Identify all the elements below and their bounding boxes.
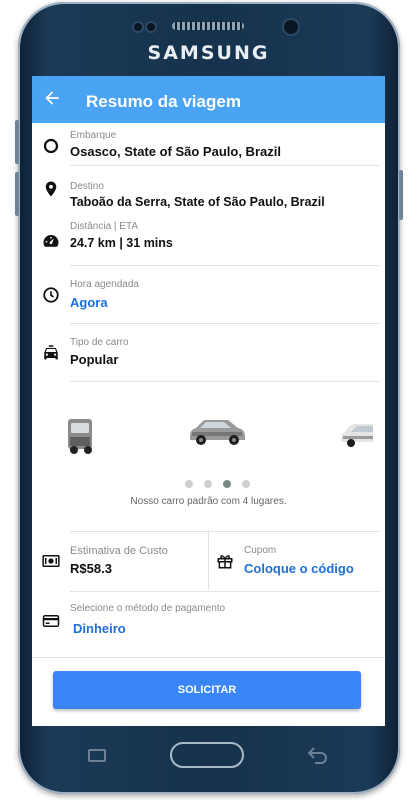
- coupon-label: Cupom: [244, 545, 277, 556]
- back-key-icon[interactable]: [306, 744, 330, 766]
- taxi-icon: [44, 345, 58, 360]
- coupon-link[interactable]: Coloque o código: [244, 561, 354, 576]
- pickup-label: Embarque: [70, 130, 117, 141]
- car-carousel[interactable]: [32, 394, 385, 479]
- car-description: Nosso carro padrão com 4 lugares.: [130, 496, 287, 507]
- car-type-label: Tipo de carro: [70, 337, 129, 348]
- earpiece-speaker: [172, 22, 244, 30]
- payment-value[interactable]: Dinheiro: [73, 621, 126, 636]
- sensor-dot: [134, 23, 142, 31]
- back-arrow-icon[interactable]: [42, 88, 62, 108]
- car-type-value: Popular: [70, 352, 119, 367]
- brand-logo: SAMSUNG: [147, 42, 270, 64]
- app-screen: Resumo da viagem Embarque Osasco, State …: [32, 76, 385, 726]
- destination-label: Destino: [70, 181, 104, 192]
- volume-button: [15, 120, 19, 164]
- car-thumbnail-left[interactable]: [68, 415, 94, 455]
- schedule-row[interactable]: Hora agendada Agora: [32, 266, 385, 323]
- volume-button-2: [15, 172, 19, 216]
- front-camera: [284, 20, 298, 34]
- pickup-row[interactable]: Embarque Osasco, State of São Paulo, Bra…: [32, 123, 385, 165]
- sensor-dot-2: [147, 23, 155, 31]
- distance-row: Distância | ETA 24.7 km | 31 mins: [32, 216, 385, 264]
- payment-label: Selecione o método de pagamento: [70, 603, 226, 614]
- home-button[interactable]: [170, 742, 244, 768]
- carousel-dot[interactable]: [185, 480, 193, 488]
- estimate-label: Estimativa de Custo: [70, 545, 168, 557]
- carousel-dot[interactable]: [242, 480, 250, 488]
- app-bar: Resumo da viagem: [32, 76, 385, 123]
- divider: [32, 657, 385, 658]
- payment-row[interactable]: Selecione o método de pagamento Dinheiro: [32, 592, 385, 656]
- carousel-dot[interactable]: [204, 480, 212, 488]
- clock-icon: [43, 287, 59, 303]
- distance-label: Distância | ETA: [70, 221, 138, 232]
- destination-row[interactable]: Destino Taboão da Serra, State of São Pa…: [32, 166, 385, 216]
- vertical-divider: [208, 532, 209, 590]
- speedometer-icon: [43, 235, 59, 247]
- destination-value: Taboão da Serra, State of São Paulo, Bra…: [70, 195, 325, 209]
- car-type-row[interactable]: Tipo de carro Popular: [32, 324, 385, 380]
- pickup-value: Osasco, State of São Paulo, Brazil: [70, 144, 281, 159]
- recent-apps-icon[interactable]: [88, 749, 106, 762]
- money-icon: [42, 555, 60, 567]
- page-title: Resumo da viagem: [86, 92, 241, 111]
- car-thumbnail-center[interactable]: [186, 414, 248, 448]
- credit-card-icon: [42, 615, 60, 627]
- schedule-label: Hora agendada: [70, 279, 139, 290]
- hardware-nav-keys: [0, 730, 417, 780]
- power-button: [399, 170, 403, 220]
- car-thumbnail-right[interactable]: [341, 418, 373, 450]
- gift-icon: [217, 555, 233, 569]
- divider: [70, 381, 380, 382]
- estimate-value: R$58.3: [70, 561, 112, 576]
- carousel-dot-active[interactable]: [223, 480, 231, 488]
- schedule-value[interactable]: Agora: [70, 295, 108, 310]
- distance-value: 24.7 km | 31 mins: [70, 236, 173, 250]
- circle-outline-icon: [43, 138, 59, 154]
- location-pin-icon: [45, 181, 57, 197]
- request-button[interactable]: SOLICITAR: [53, 671, 361, 709]
